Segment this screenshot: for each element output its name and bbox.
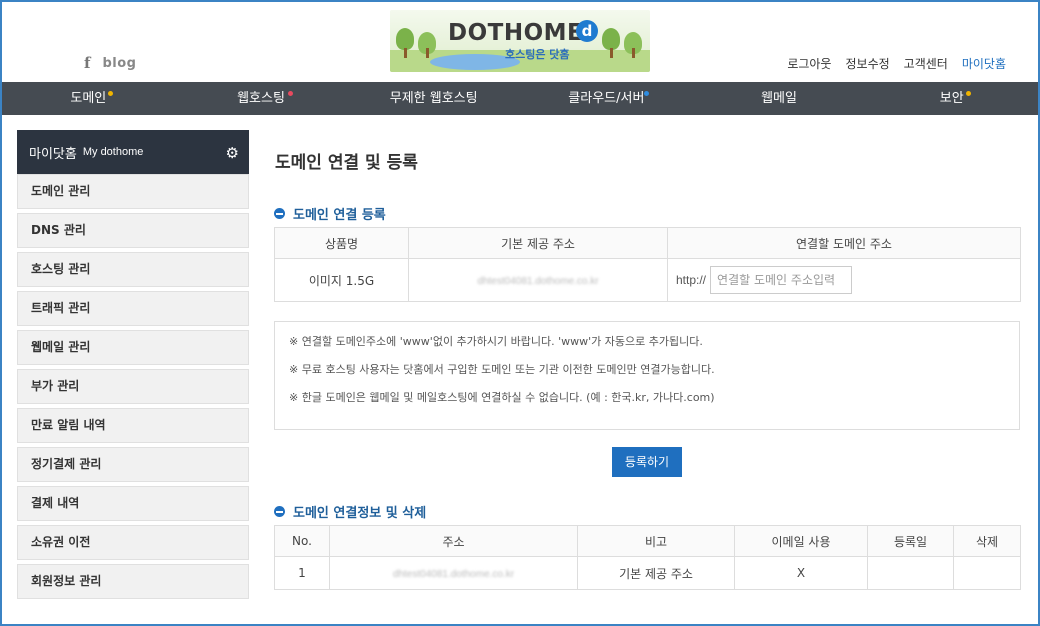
sidebar-item-domain[interactable]: 도메인 관리 [17, 174, 249, 209]
sidebar-item-traffic[interactable]: 트래픽 관리 [17, 291, 249, 326]
row-number: 1 [274, 556, 330, 590]
gear-icon[interactable]: ⚙ [226, 144, 239, 162]
col-header: 주소 [329, 525, 578, 557]
nav-label: 도메인 [70, 91, 107, 106]
col-header: 이메일 사용 [734, 525, 868, 557]
register-table: 상품명 기본 제공 주소 연결할 도메인 주소 이미지 1.5G dhtest0… [274, 227, 1021, 302]
notice-box: ※ 연결할 도메인주소에 'www'없이 추가하시기 바랍니다. 'www'가 … [274, 321, 1020, 430]
social-links: f blog [84, 54, 136, 72]
sidebar-title: 마이닷홈 [29, 146, 77, 162]
utility-nav: 로그아웃 정보수정 고객센터 마이닷홈 [787, 55, 1006, 72]
nav-dot-indicator [108, 91, 113, 96]
col-header: 삭제 [953, 525, 1021, 557]
address-text: dhtest04081.dothome.co.kr [392, 569, 515, 580]
nav-label: 클라우드/서버 [568, 91, 645, 106]
notice-line: ※ 무료 호스팅 사용자는 닷홈에서 구입한 도메인 또는 기관 이전한 도메인… [289, 363, 715, 376]
nav-item-domain[interactable]: 도메인 [2, 82, 175, 115]
section-title-text: 도메인 연결정보 및 삭제 [293, 506, 427, 521]
minus-circle-icon [274, 506, 285, 517]
register-button[interactable]: 등록하기 [612, 447, 682, 477]
my-dothome-link[interactable]: 마이닷홈 [962, 55, 1006, 72]
default-address: dhtest04081.dothome.co.kr [477, 276, 599, 287]
nav-item-webmail[interactable]: 웹메일 [693, 82, 866, 115]
sidebar-item-member-info[interactable]: 회원정보 관리 [17, 564, 249, 599]
nav-label: 웹호스팅 [237, 91, 285, 106]
minus-circle-icon [274, 208, 285, 219]
col-header: 상품명 [274, 227, 409, 259]
nav-item-cloud-server[interactable]: 클라우드/서버 [520, 82, 693, 115]
row-address: dhtest04081.dothome.co.kr [329, 556, 578, 590]
row-note: 기본 제공 주소 [577, 556, 735, 590]
logout-link[interactable]: 로그아웃 [787, 55, 831, 72]
sidebar-item-addons[interactable]: 부가 관리 [17, 369, 249, 404]
edit-profile-link[interactable]: 정보수정 [845, 55, 889, 72]
notice-line: ※ 연결할 도메인주소에 'www'없이 추가하시기 바랍니다. 'www'가 … [289, 335, 703, 348]
nav-dot-indicator [287, 91, 293, 96]
default-address-cell: dhtest04081.dothome.co.kr [408, 258, 668, 302]
col-header: No. [274, 525, 330, 557]
sidebar-item-ownership-transfer[interactable]: 소유권 이전 [17, 525, 249, 560]
nav-dot-indicator [644, 91, 650, 96]
nav-item-unlimited-hosting[interactable]: 무제한 웹호스팅 [347, 82, 520, 115]
logo-d-icon: d [576, 20, 598, 42]
nav-item-webhosting[interactable]: 웹호스팅 [175, 82, 348, 115]
sidebar: 마이닷홈 My dothome ⚙ 도메인 관리 DNS 관리 호스팅 관리 트… [17, 130, 249, 599]
main-nav: 도메인 웹호스팅 무제한 웹호스팅 클라우드/서버 웹메일 보안 [2, 82, 1038, 115]
sidebar-item-payment-history[interactable]: 결제 내역 [17, 486, 249, 521]
logo-brand-text: DOTHOME [448, 20, 584, 46]
sidebar-header[interactable]: 마이닷홈 My dothome ⚙ [17, 130, 249, 174]
product-name-cell: 이미지 1.5G [274, 258, 409, 302]
page-title: 도메인 연결 및 등록 [275, 153, 418, 173]
row-delete[interactable] [953, 556, 1021, 590]
register-section-title: 도메인 연결 등록 [274, 204, 386, 223]
row-email-usage: X [734, 556, 868, 590]
info-section-title: 도메인 연결정보 및 삭제 [274, 502, 426, 521]
blog-link[interactable]: blog [102, 56, 136, 71]
col-header: 기본 제공 주소 [408, 227, 668, 259]
facebook-icon[interactable]: f [84, 54, 90, 72]
row-registered-date [867, 556, 954, 590]
table-header-row: 상품명 기본 제공 주소 연결할 도메인 주소 [274, 227, 1021, 259]
sidebar-item-hosting[interactable]: 호스팅 관리 [17, 252, 249, 287]
url-prefix: http:// [676, 272, 707, 287]
notice-line: ※ 한글 도메인은 웹메일 및 메일호스팅에 연결하실 수 없습니다. (예 :… [289, 391, 715, 404]
sidebar-item-recurring-payment[interactable]: 정기결제 관리 [17, 447, 249, 482]
table-row: 이미지 1.5G dhtest04081.dothome.co.kr http:… [274, 258, 1021, 302]
col-header: 연결할 도메인 주소 [667, 227, 1021, 259]
site-header: f blog DOTHOME d 호스팅은 닷홈 로그아웃 정보수정 고객센터 … [2, 2, 1038, 82]
sidebar-item-webmail[interactable]: 웹메일 관리 [17, 330, 249, 365]
logo-slogan: 호스팅은 닷홈 [505, 48, 570, 61]
sidebar-item-dns[interactable]: DNS 관리 [17, 213, 249, 248]
table-row: 1 dhtest04081.dothome.co.kr 기본 제공 주소 X [274, 556, 1021, 590]
sidebar-subtitle: My dothome [82, 146, 144, 158]
connection-info-table: No. 주소 비고 이메일 사용 등록일 삭제 1 dhtest04081.do… [274, 525, 1021, 590]
dothome-logo[interactable]: DOTHOME d 호스팅은 닷홈 [390, 10, 650, 72]
col-header: 비고 [577, 525, 735, 557]
section-title-text: 도메인 연결 등록 [293, 208, 386, 223]
nav-label: 웹메일 [761, 91, 797, 106]
domain-input-cell: http://연결할 도메인 주소입력 [667, 258, 1021, 302]
nav-label: 무제한 웹호스팅 [389, 91, 478, 106]
nav-label: 보안 [939, 91, 964, 106]
table-header-row: No. 주소 비고 이메일 사용 등록일 삭제 [274, 525, 1021, 557]
sidebar-item-expiry-alerts[interactable]: 만료 알림 내역 [17, 408, 249, 443]
col-header: 등록일 [867, 525, 954, 557]
nav-dot-indicator [966, 91, 972, 96]
nav-item-security[interactable]: 보안 [865, 82, 1038, 115]
customer-center-link[interactable]: 고객센터 [904, 55, 948, 72]
domain-input[interactable]: 연결할 도메인 주소입력 [710, 266, 853, 294]
